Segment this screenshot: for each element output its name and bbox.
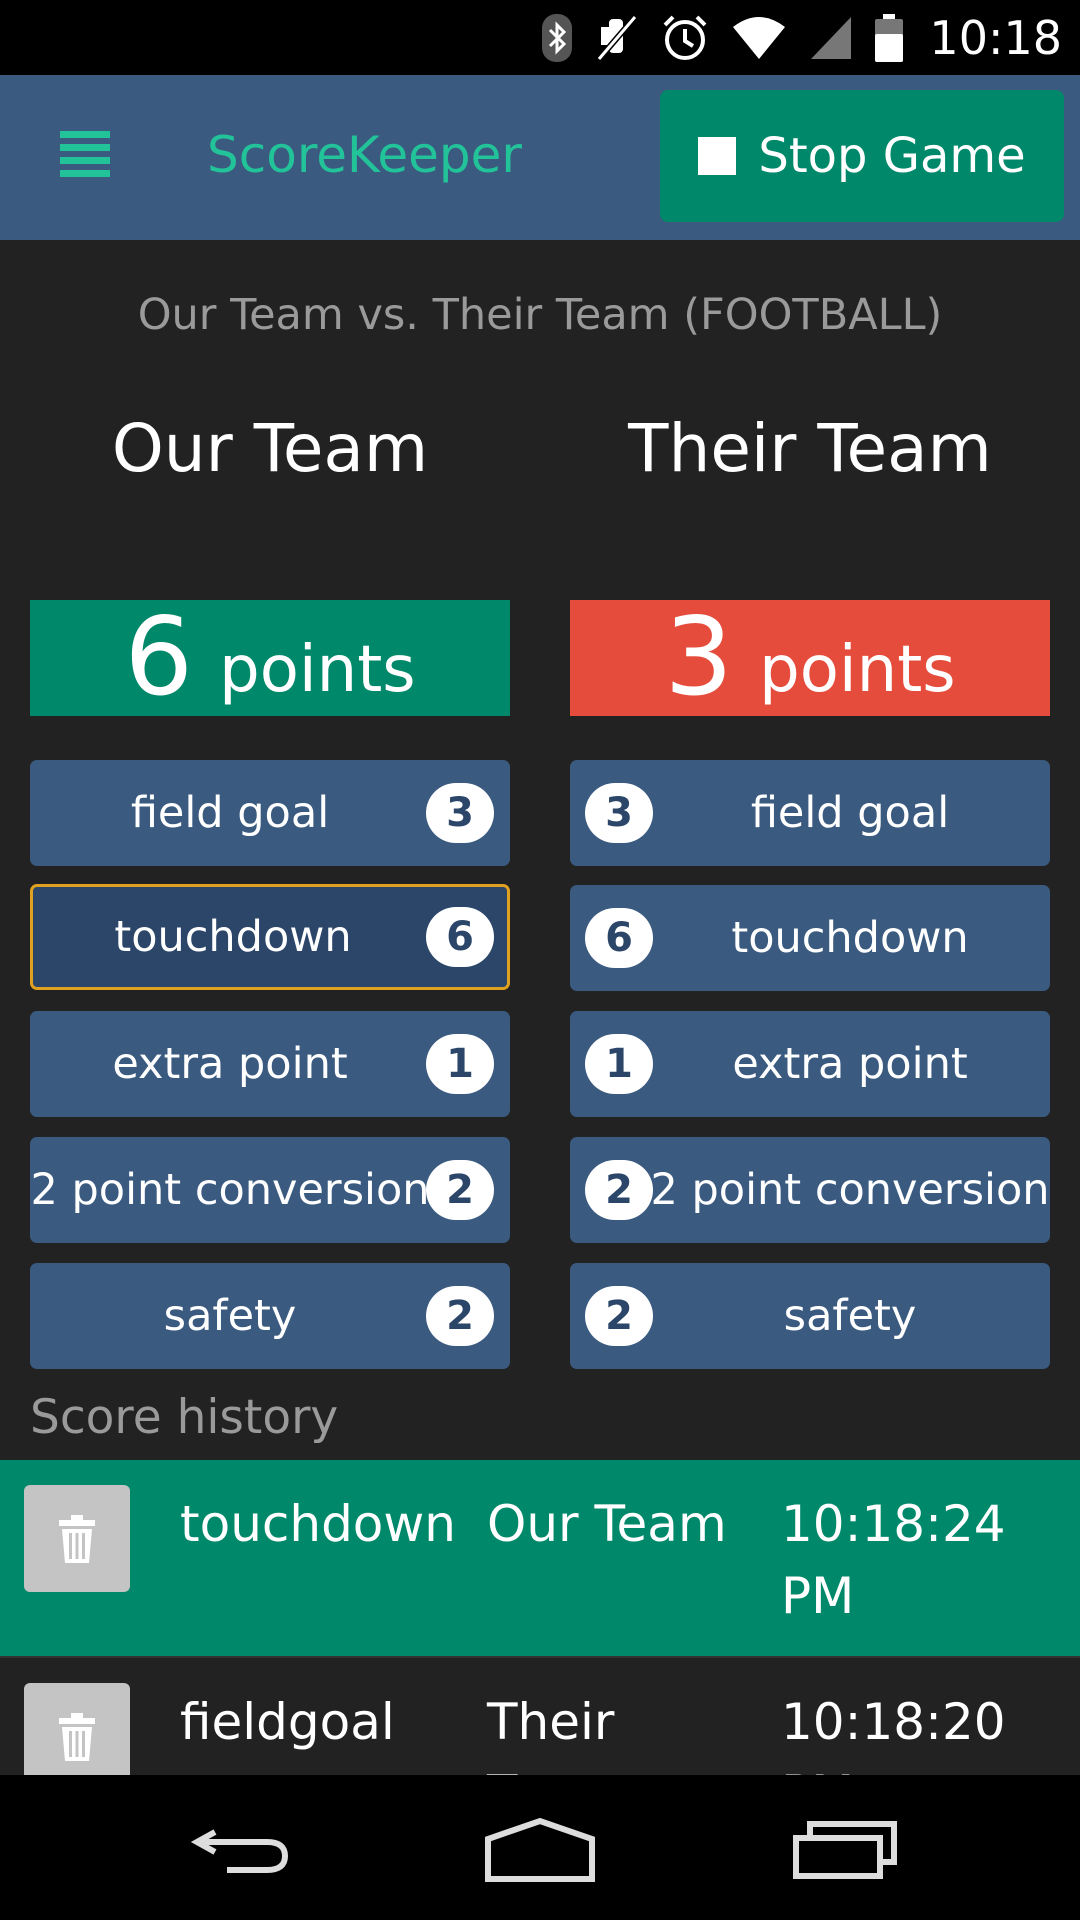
- home-icon[interactable]: [470, 1805, 610, 1895]
- points-badge: 6: [426, 907, 494, 967]
- delete-entry-button[interactable]: [24, 1485, 130, 1592]
- points-badge: 2: [426, 1286, 494, 1346]
- our-score-unit: points: [219, 633, 416, 707]
- their-touchdown-button[interactable]: 6 touchdown: [570, 885, 1050, 991]
- main-content: Our Team vs. Their Team (FOOTBALL) Our T…: [0, 240, 1080, 1775]
- our-team-score: 6 points: [30, 600, 510, 716]
- history-play: fieldgoal: [180, 1693, 395, 1751]
- their-field-goal-button[interactable]: 3 field goal: [570, 760, 1050, 866]
- app-bar: ScoreKeeper Stop Game: [0, 75, 1080, 240]
- play-label: 2 point conversion: [650, 1165, 1050, 1215]
- their-2-point-conversion-button[interactable]: 2 2 point conversion: [570, 1137, 1050, 1243]
- play-label: extra point: [732, 1039, 968, 1089]
- play-label: field goal: [130, 788, 330, 838]
- their-score-unit: points: [759, 633, 956, 707]
- their-safety-button[interactable]: 2 safety: [570, 1263, 1050, 1369]
- app-title: ScoreKeeper: [207, 126, 522, 184]
- back-icon[interactable]: [170, 1805, 310, 1895]
- points-badge: 2: [426, 1160, 494, 1220]
- play-label: extra point: [112, 1039, 348, 1089]
- their-score-value: 3: [664, 595, 734, 720]
- history-row: fieldgoal Their Team 10:18:20 PM: [0, 1656, 1080, 1775]
- game-subtitle: Our Team vs. Their Team (FOOTBALL): [137, 290, 943, 340]
- play-label: field goal: [750, 788, 950, 838]
- points-badge: 2: [585, 1160, 653, 1220]
- status-icons: 10:18: [541, 0, 1062, 75]
- history-time: 10:18:24 PM: [781, 1495, 1006, 1625]
- play-label: safety: [783, 1291, 917, 1341]
- alarm-icon: [661, 13, 709, 63]
- clock: 10:18: [929, 10, 1062, 65]
- wifi-icon: [731, 15, 787, 61]
- history-team: Their Team: [487, 1693, 619, 1775]
- play-label: safety: [163, 1291, 297, 1341]
- bluetooth-icon: [541, 13, 573, 63]
- history-play: touchdown: [180, 1495, 456, 1553]
- points-badge: 3: [426, 783, 494, 843]
- score-history-title: Score history: [30, 1390, 339, 1445]
- recents-icon[interactable]: [775, 1805, 915, 1895]
- points-badge: 3: [585, 783, 653, 843]
- delete-entry-button[interactable]: [24, 1683, 130, 1775]
- trash-icon: [59, 1712, 95, 1761]
- mute-icon: [595, 13, 639, 63]
- our-score-value: 6: [124, 595, 194, 720]
- points-badge: 1: [585, 1034, 653, 1094]
- stop-game-button[interactable]: Stop Game: [660, 90, 1064, 222]
- their-team-score: 3 points: [570, 600, 1050, 716]
- our-extra-point-button[interactable]: extra point 1: [30, 1011, 510, 1117]
- points-badge: 2: [585, 1286, 653, 1346]
- menu-icon[interactable]: [52, 127, 118, 187]
- points-badge: 1: [426, 1034, 494, 1094]
- our-touchdown-button[interactable]: touchdown 6: [30, 884, 510, 990]
- stop-icon: [698, 137, 737, 175]
- battery-icon: [875, 13, 904, 62]
- history-row: touchdown Our Team 10:18:24 PM: [0, 1460, 1080, 1656]
- their-team-name: Their Team: [628, 410, 992, 487]
- our-team-name: Our Team: [111, 410, 429, 487]
- our-safety-button[interactable]: safety 2: [30, 1263, 510, 1369]
- our-field-goal-button[interactable]: field goal 3: [30, 760, 510, 866]
- play-label: touchdown: [114, 912, 352, 962]
- history-team: Our Team: [487, 1495, 727, 1553]
- play-label: 2 point conversion: [30, 1165, 430, 1215]
- our-2-point-conversion-button[interactable]: 2 point conversion 2: [30, 1137, 510, 1243]
- points-badge: 6: [585, 908, 653, 968]
- status-bar: 10:18: [0, 0, 1080, 75]
- signal-icon: [809, 15, 853, 61]
- history-time: 10:18:20 PM: [781, 1693, 1006, 1775]
- navigation-bar: [0, 1775, 1080, 1920]
- stop-game-label: Stop Game: [758, 128, 1026, 184]
- their-extra-point-button[interactable]: 1 extra point: [570, 1011, 1050, 1117]
- play-label: touchdown: [731, 913, 969, 963]
- trash-icon: [59, 1514, 95, 1563]
